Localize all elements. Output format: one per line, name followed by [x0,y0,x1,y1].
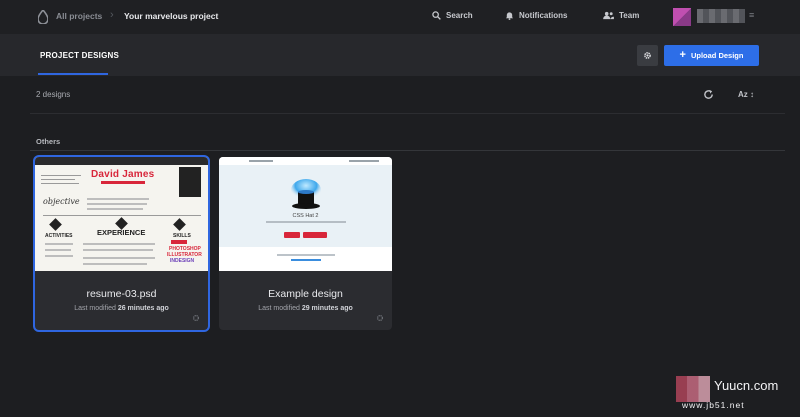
thumbnail-text-line [41,179,75,180]
watermark-pixel-logo [676,376,710,402]
thumbnail-text-line [83,249,153,251]
thumbnail-text-line [87,203,147,205]
design-thumbnail-resume[interactable]: David James objective EXPERIENCE ACTIVIT… [35,157,208,271]
nav-notifications[interactable]: Notifications [505,11,567,20]
watermark-url: www.jb51.net [682,400,745,410]
example-title: CSS Hat 2 [292,213,319,219]
thumbnail-text-line [349,160,379,162]
resume-activities: ACTIVITIES [45,233,73,239]
design-name[interactable]: Example design [219,288,392,300]
design-name[interactable]: resume-03.psd [35,288,208,300]
thumbnail-red-button [284,232,300,238]
skill-tag [171,240,187,244]
nav-team-label: Team [619,11,640,20]
section-divider [30,150,785,151]
thumbnail-text-line [45,249,71,251]
nav-search[interactable]: Search [432,11,473,20]
thumbnail-text-line [249,160,273,162]
design-card-resume[interactable]: David James objective EXPERIENCE ACTIVIT… [35,157,208,330]
bell-icon [505,12,514,20]
chevron-right-icon: › [110,9,114,21]
resume-objective: objective [43,197,80,206]
thumbnail-text-line [277,254,335,256]
avatar[interactable] [673,8,691,26]
resume-skill-indesign: INDESIGN [170,258,195,264]
resume-section-diamond-icon [173,218,186,231]
nav-notifications-label: Notifications [519,11,568,20]
thumbnail-text-line [266,221,346,223]
thumbnail-red-button [303,232,327,238]
modified-prefix: Last modified [258,305,300,312]
thumbnail-text-line [41,175,81,176]
thumbnail-text-line [87,208,143,210]
refresh-icon[interactable] [703,89,714,100]
thumbnail-text-line [87,198,149,200]
watermark: Yuucn.com www.jb51.net [676,372,786,412]
design-count: 2 designs [36,90,71,99]
thumbnail-text-line [83,243,155,245]
breadcrumb-all-projects[interactable]: All projects [56,11,102,21]
top-bar: All projects › Your marvelous project Se… [0,0,800,34]
plus-icon: + [679,49,686,61]
thumbnail-text-line [83,257,155,259]
magic-hat-icon [291,179,321,209]
username-blurred[interactable] [697,9,745,23]
modified-time: 29 minutes ago [301,305,353,312]
design-thumbnail-example[interactable]: CSS Hat 2 [219,157,392,271]
design-modified: Last modified 26 minutes ago [35,305,208,312]
gear-icon[interactable] [376,314,384,322]
design-modified: Last modified 29 minutes ago [219,305,392,312]
resume-skills: SKILLS [173,233,191,239]
thumbnail-top-strip [35,157,208,165]
resume-experience: EXPERIENCE [97,228,146,237]
sort-label: Az [738,90,748,99]
active-tab-indicator [38,73,108,75]
nav-search-label: Search [446,11,473,20]
project-settings-button[interactable] [637,45,658,66]
toolbar-divider [30,113,785,114]
resume-name: David James [91,169,155,180]
upload-design-button[interactable]: + Upload Design [664,45,759,66]
breadcrumb-current-project[interactable]: Your marvelous project [124,11,218,21]
upload-design-label: Upload Design [690,51,744,60]
nav-team[interactable]: Team [603,11,639,20]
drop-logo-icon[interactable] [38,10,48,24]
resume-section-diamond-icon [49,218,62,231]
modified-prefix: Last modified [74,305,116,312]
search-icon [432,11,441,20]
tab-project-designs[interactable]: PROJECT DESIGNS [40,51,119,60]
team-icon [603,11,614,20]
thumbnail-text-line [45,243,73,245]
gear-icon[interactable] [192,314,200,322]
sort-button[interactable]: Az ↕ [738,90,754,99]
thumbnail-text-line [45,255,73,257]
user-menu-caret-icon[interactable]: ≡ [749,10,754,20]
resume-subtitle-bar [101,181,145,184]
gear-icon [644,52,651,59]
thumbnail-link-line [291,259,321,261]
thumbnail-text-line [41,183,79,184]
bicycle-badge-icon [179,167,201,197]
modified-time: 26 minutes ago [117,305,169,312]
sort-arrows-icon: ↕ [747,90,755,99]
design-card-example[interactable]: CSS Hat 2 Example design Last modified 2… [219,157,392,330]
watermark-brand: Yuucn.com [714,378,779,393]
thumbnail-text-line [83,263,147,265]
thumbnail-divider [43,215,201,216]
section-title-others: Others [36,137,61,146]
